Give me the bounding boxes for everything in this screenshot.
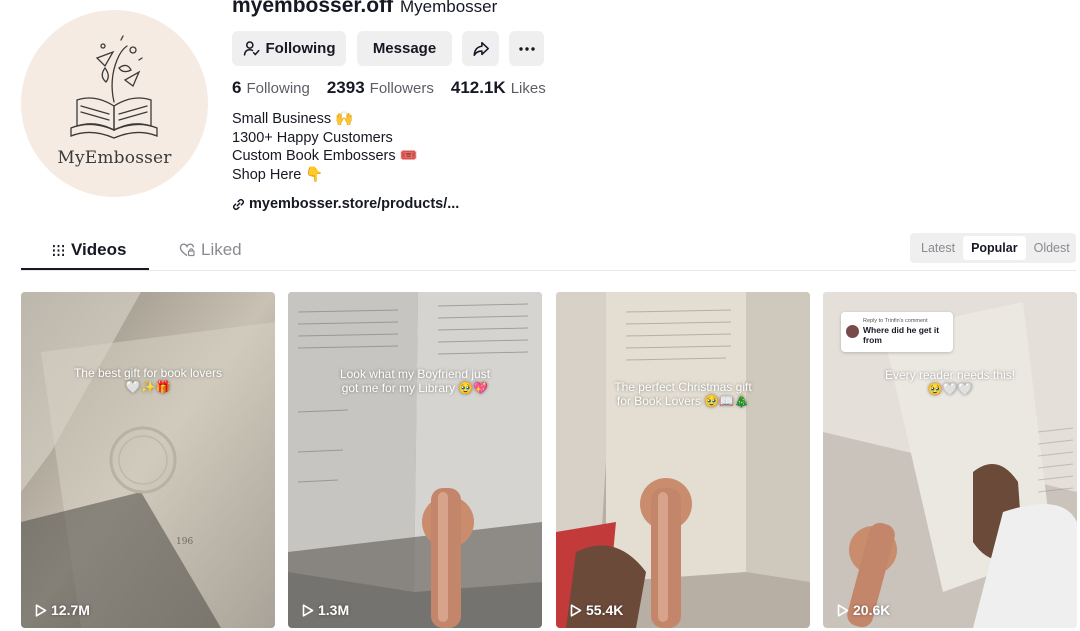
link-icon: [232, 198, 245, 210]
sort-latest[interactable]: Latest: [913, 236, 963, 260]
tab-liked[interactable]: Liked: [179, 240, 242, 260]
following-button[interactable]: Following: [232, 31, 346, 66]
video-views: 12.7M: [35, 602, 90, 618]
video-caption-line: The best gift for book lovers: [73, 366, 223, 380]
profile-link[interactable]: myembosser.store/products/...: [232, 196, 459, 212]
video-view-count: 55.4K: [586, 602, 624, 618]
video-card[interactable]: 196 The best gift for book lovers 🤍✨🎁 12…: [21, 292, 275, 628]
video-caption-line: The perfect Christmas gift: [614, 380, 752, 394]
video-caption: Look what my Boyfriend just got me for m…: [298, 367, 532, 395]
likes-count: 412.1K: [450, 78, 506, 97]
profile-username: myembosser.off: [232, 0, 394, 17]
profile-nickname: Myembosser: [400, 0, 498, 16]
sort-control: Latest Popular Oldest: [910, 233, 1076, 263]
comment-reply-sticker: Reply to Trinfin's comment Where did he …: [841, 312, 953, 352]
heart-lock-icon: [179, 243, 195, 257]
following-stat-label[interactable]: Following: [246, 80, 309, 97]
video-view-count: 12.7M: [51, 602, 90, 618]
followers-count: 2393: [326, 78, 365, 97]
active-tab-indicator: [21, 268, 149, 270]
sort-popular[interactable]: Popular: [963, 236, 1026, 260]
bio-line: Custom Book Embossers 🎟️: [232, 148, 418, 165]
video-thumbnail: [556, 292, 810, 628]
likes-stat-label: Likes: [510, 80, 546, 97]
video-card[interactable]: Reply to Trinfin's comment Where did he …: [823, 292, 1077, 628]
more-horizontal-icon: [518, 46, 535, 51]
tab-videos-label: Videos: [71, 240, 127, 259]
more-options-button[interactable]: [509, 31, 544, 66]
share-icon: [472, 41, 489, 56]
book-illustration-icon: [70, 35, 158, 139]
profile-link-text: myembosser.store/products/...: [249, 196, 460, 212]
profile-avatar[interactable]: MyEmbosser: [21, 10, 208, 197]
video-caption-line: for Book Lovers 🥹📖🎄: [616, 394, 750, 408]
video-caption-line: got me for my Library 🥹💖: [341, 381, 489, 395]
video-card[interactable]: Look what my Boyfriend just got me for m…: [288, 292, 542, 628]
sort-oldest[interactable]: Oldest: [1026, 236, 1078, 260]
video-caption: Every reader needs this! 🥹🤍🤍: [833, 368, 1067, 396]
video-thumbnail: [288, 292, 542, 628]
play-icon: [837, 603, 849, 617]
grid-bars-icon: [53, 244, 64, 256]
profile-bio: Small Business 🙌 1300+ Happy Customers C…: [232, 110, 418, 185]
reply-comment-text: Where did he get it from: [863, 325, 940, 345]
video-caption: The best gift for book lovers 🤍✨🎁: [31, 366, 265, 394]
play-icon: [570, 603, 582, 617]
following-button-label: Following: [265, 40, 336, 57]
user-check-icon: [243, 41, 259, 56]
following-count: 6: [232, 78, 242, 97]
message-button-label: Message: [372, 40, 437, 57]
message-button[interactable]: Message: [357, 31, 452, 66]
video-caption-line: Every reader needs this!: [884, 368, 1016, 382]
video-thumbnail: 196: [21, 292, 275, 628]
video-caption-line: 🤍✨🎁: [125, 380, 171, 394]
play-icon: [35, 603, 47, 617]
share-button[interactable]: [462, 31, 499, 66]
commenter-avatar: [846, 325, 859, 338]
svg-text:196: 196: [176, 537, 193, 547]
avatar-brand-text: MyEmbosser: [57, 148, 172, 168]
followers-stat-label[interactable]: Followers: [370, 80, 434, 97]
video-caption: The perfect Christmas gift for Book Love…: [566, 380, 800, 408]
tab-liked-label: Liked: [201, 240, 242, 259]
video-views: 1.3M: [302, 602, 349, 618]
profile-stats: 6 Following 2393 Followers 412.1K Likes: [232, 78, 563, 98]
video-caption-line: 🥹🤍🤍: [927, 382, 973, 396]
video-card[interactable]: The perfect Christmas gift for Book Love…: [556, 292, 810, 628]
video-views: 20.6K: [837, 602, 890, 618]
video-view-count: 1.3M: [318, 602, 350, 618]
play-icon: [302, 603, 314, 617]
video-views: 55.4K: [570, 602, 623, 618]
bio-line: 1300+ Happy Customers: [232, 129, 393, 146]
video-view-count: 20.6K: [853, 602, 891, 618]
bio-line: Small Business 🙌: [232, 111, 354, 127]
video-caption-line: Look what my Boyfriend just: [339, 367, 491, 381]
reply-to-label: Reply to Trinfin's comment: [863, 318, 928, 324]
bio-line: Shop Here 👇: [232, 167, 324, 184]
tab-videos[interactable]: Videos: [52, 240, 126, 260]
